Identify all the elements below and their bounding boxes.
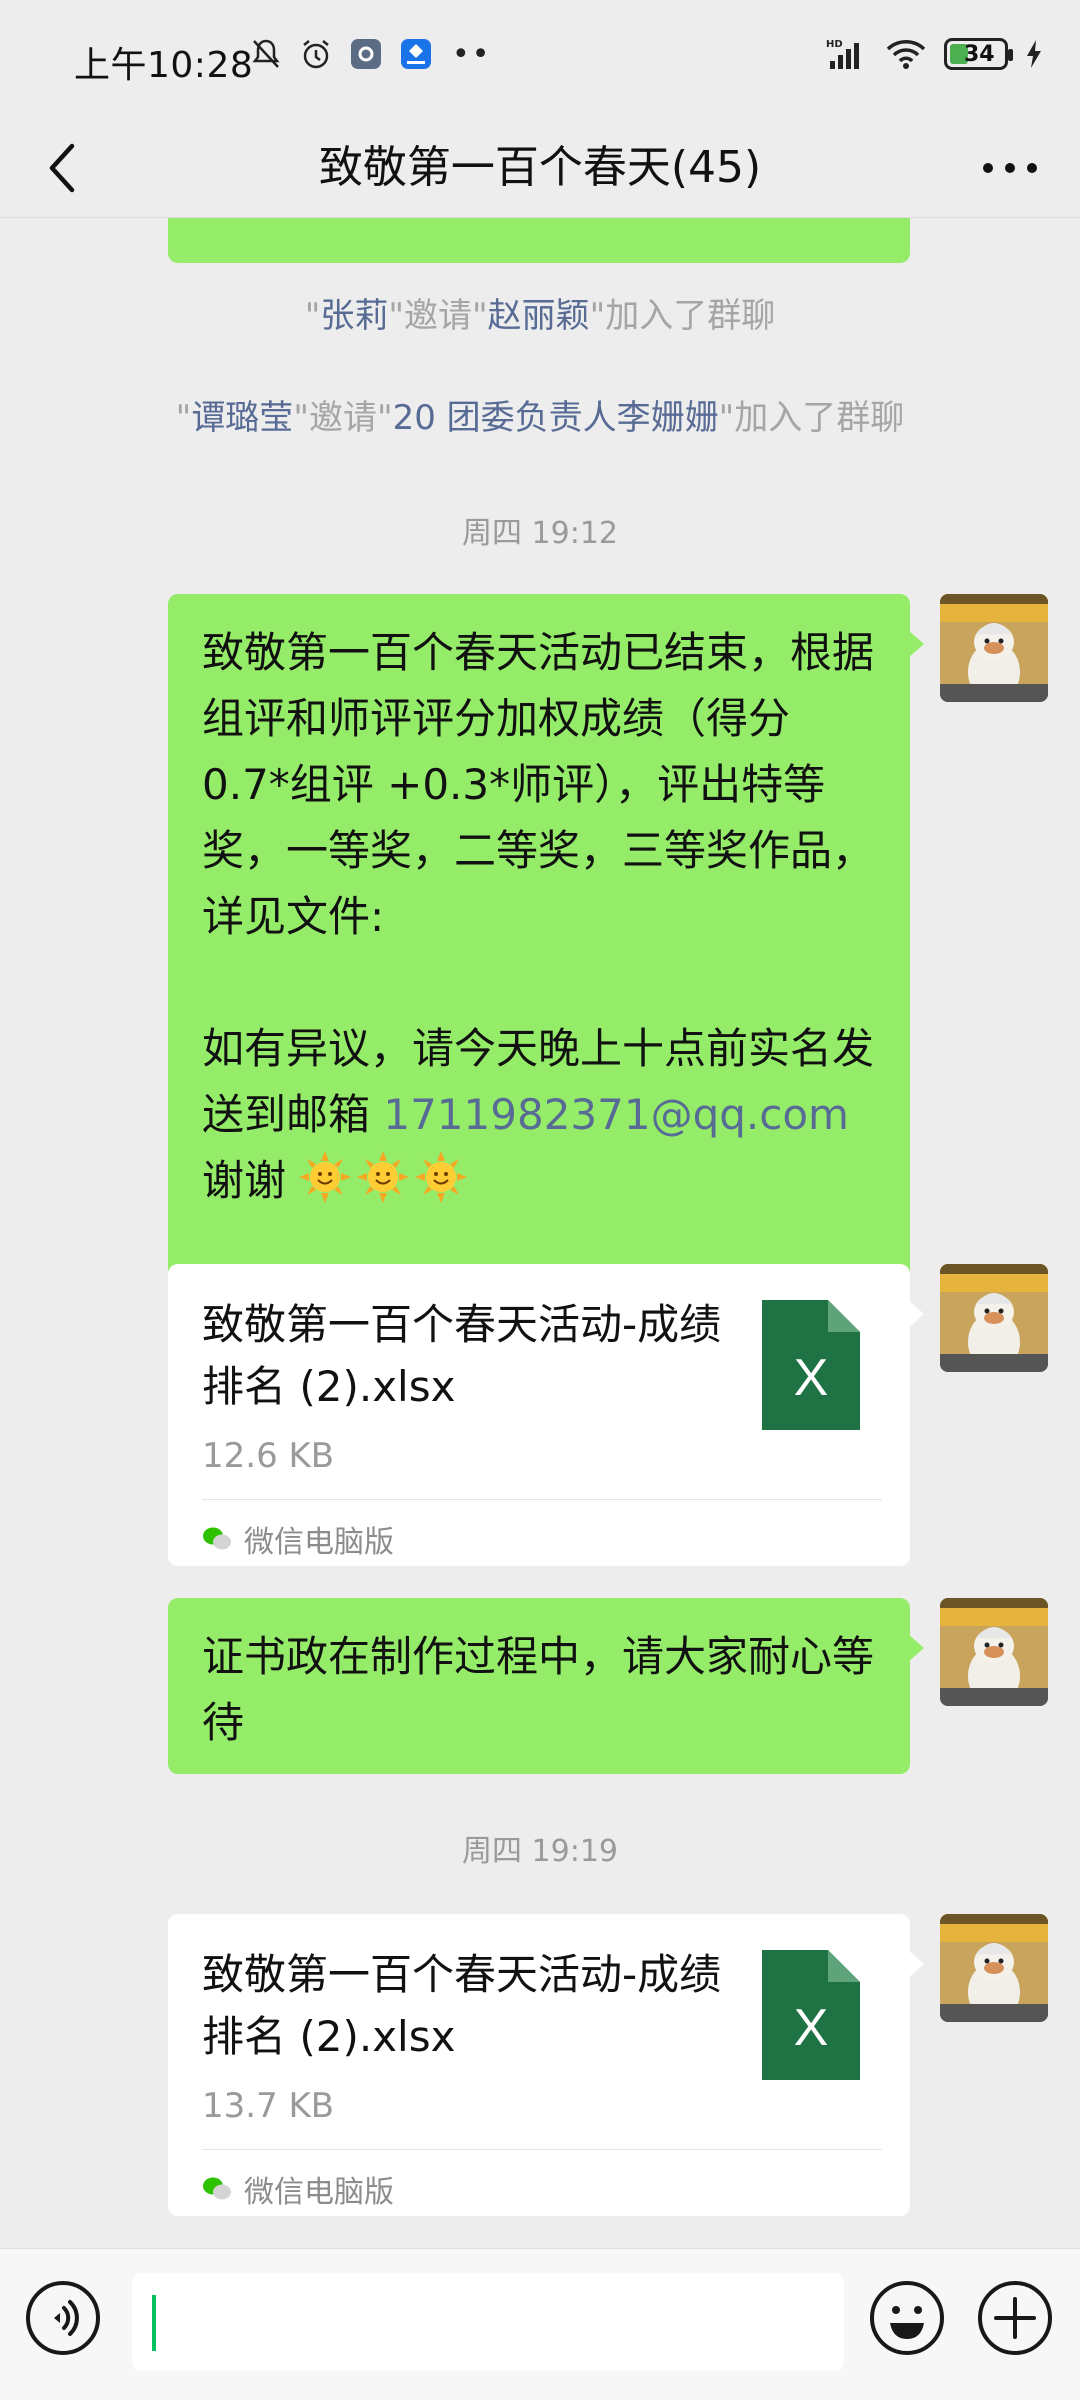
app-notification-icon: [398, 36, 434, 72]
settings-app-icon: [348, 36, 384, 72]
message-bubble[interactable]: 证书政在制作过程中，请大家耐心等待: [168, 1598, 924, 1774]
timestamp: 周四 19:19: [462, 1834, 618, 1869]
avatar[interactable]: [940, 1598, 1048, 1706]
wechat-icon: [203, 1527, 231, 1550]
avatar[interactable]: [940, 594, 1048, 702]
svg-text:HD: HD: [826, 39, 843, 50]
system-message: "谭璐莹"邀请"20 团委负责人李姗姗"加入了群聊: [0, 390, 1080, 439]
file-source-text: 微信电脑版: [244, 2175, 394, 2210]
battery-level: 34: [964, 41, 995, 67]
file-size: 12.6 KB: [202, 1436, 335, 1476]
more-notifications-icon: ••: [452, 36, 492, 72]
divider: [202, 2149, 882, 2150]
file-source: 微信电脑版: [202, 2164, 394, 2214]
system-message: "张莉"邀请"赵丽颖"加入了群聊: [0, 288, 1080, 337]
message-text: 如有异议，请今天晚上十点前实名发送到邮箱 1711982371@qq.com: [202, 1016, 876, 1148]
message-text: 致敬第一百个春天活动已结束，根据组评和师评评分加权成绩（得分0.7*组评 +0.…: [202, 628, 875, 941]
system-message-quote: ": [304, 296, 321, 336]
file-name: 致敬第一百个春天活动-成绩排名 (2).xlsx: [202, 1950, 722, 2061]
wifi-icon: [884, 36, 928, 72]
more-functions-button[interactable]: [976, 2279, 1054, 2357]
file-message-card[interactable]: 致敬第一百个春天活动-成绩排名 (2).xlsx 13.7 KB X 微信电脑版: [168, 1914, 924, 2216]
system-message-tail: "加入了群聊: [718, 398, 905, 438]
dog-avatar-icon: [940, 1264, 1048, 1372]
plus-icon: [978, 2281, 1052, 2355]
previous-message-bubble[interactable]: [168, 218, 910, 263]
dog-avatar-icon: [940, 594, 1048, 702]
thanks-text: 谢谢: [202, 1156, 287, 1205]
more-options-button[interactable]: [970, 136, 1050, 200]
sun-emoji-icon: [299, 1151, 352, 1203]
file-size: 13.7 KB: [202, 2086, 335, 2126]
message-text: 证书政在制作过程中，请大家耐心等待: [202, 1632, 875, 1747]
avatar[interactable]: [940, 1914, 1048, 2022]
file-icon-letter: X: [794, 1999, 829, 2057]
wechat-icon: [203, 2177, 231, 2200]
voice-button[interactable]: [24, 2279, 102, 2357]
emoji-button[interactable]: [868, 2279, 946, 2357]
dog-avatar-icon: [940, 1914, 1048, 2022]
system-message-quote: ": [175, 398, 192, 438]
system-message-text: "邀请": [293, 398, 393, 438]
divider: [202, 1499, 882, 1500]
chat-message-list[interactable]: "张莉"邀请"赵丽颖"加入了群聊 "谭璐莹"邀请"20 团委负责人李姗姗"加入了…: [0, 218, 1080, 2248]
file-message-card[interactable]: 致敬第一百个春天活动-成绩排名 (2).xlsx 12.6 KB X 微信电脑版: [168, 1264, 924, 1566]
signal-icon: HD: [824, 36, 868, 72]
status-bar: 上午10:28 •• HD 34: [0, 0, 1080, 118]
chat-title: 致敬第一百个春天(45): [318, 142, 762, 193]
timestamp: 周四 19:12: [462, 516, 618, 551]
text-caret: [152, 2295, 156, 2351]
excel-file-icon: X: [762, 1300, 860, 1430]
avatar[interactable]: [940, 1264, 1048, 1372]
alarm-clock-icon: [298, 36, 334, 72]
message-input[interactable]: [132, 2273, 844, 2371]
file-icon-letter: X: [794, 1349, 829, 1407]
invitee-name[interactable]: 20 团委负责人李姗姗: [393, 398, 719, 438]
status-time: 上午10:28: [74, 45, 254, 86]
input-bar: [0, 2248, 1080, 2400]
dog-avatar-icon: [940, 1598, 1048, 1706]
status-icons-right: HD 34: [824, 36, 1044, 72]
more-dots-icon: [983, 163, 1037, 173]
inviter-name[interactable]: 张莉: [320, 296, 388, 336]
email-link[interactable]: 1711982371@qq.com: [383, 1090, 849, 1139]
mute-bell-icon: [248, 36, 284, 72]
charging-icon: [1024, 36, 1044, 72]
battery-indicator: 34: [944, 38, 1013, 70]
voice-icon: [26, 2281, 100, 2355]
file-source-text: 微信电脑版: [244, 1525, 394, 1560]
excel-file-icon: X: [762, 1950, 860, 2080]
invitee-name[interactable]: 赵丽颖: [488, 296, 590, 336]
smiley-icon: [870, 2281, 944, 2355]
chat-header: 致敬第一百个春天(45): [0, 118, 1080, 218]
system-message-tail: "加入了群聊: [589, 296, 776, 336]
inviter-name[interactable]: 谭璐莹: [191, 398, 293, 438]
file-source: 微信电脑版: [202, 1514, 394, 1564]
file-name: 致敬第一百个春天活动-成绩排名 (2).xlsx: [202, 1300, 722, 1411]
sun-emoji-icon: [357, 1151, 410, 1203]
status-icons-left: ••: [248, 36, 491, 72]
sun-emoji-icon: [415, 1151, 468, 1203]
system-message-text: "邀请": [388, 296, 488, 336]
message-thanks-line: 谢谢: [202, 1148, 876, 1214]
